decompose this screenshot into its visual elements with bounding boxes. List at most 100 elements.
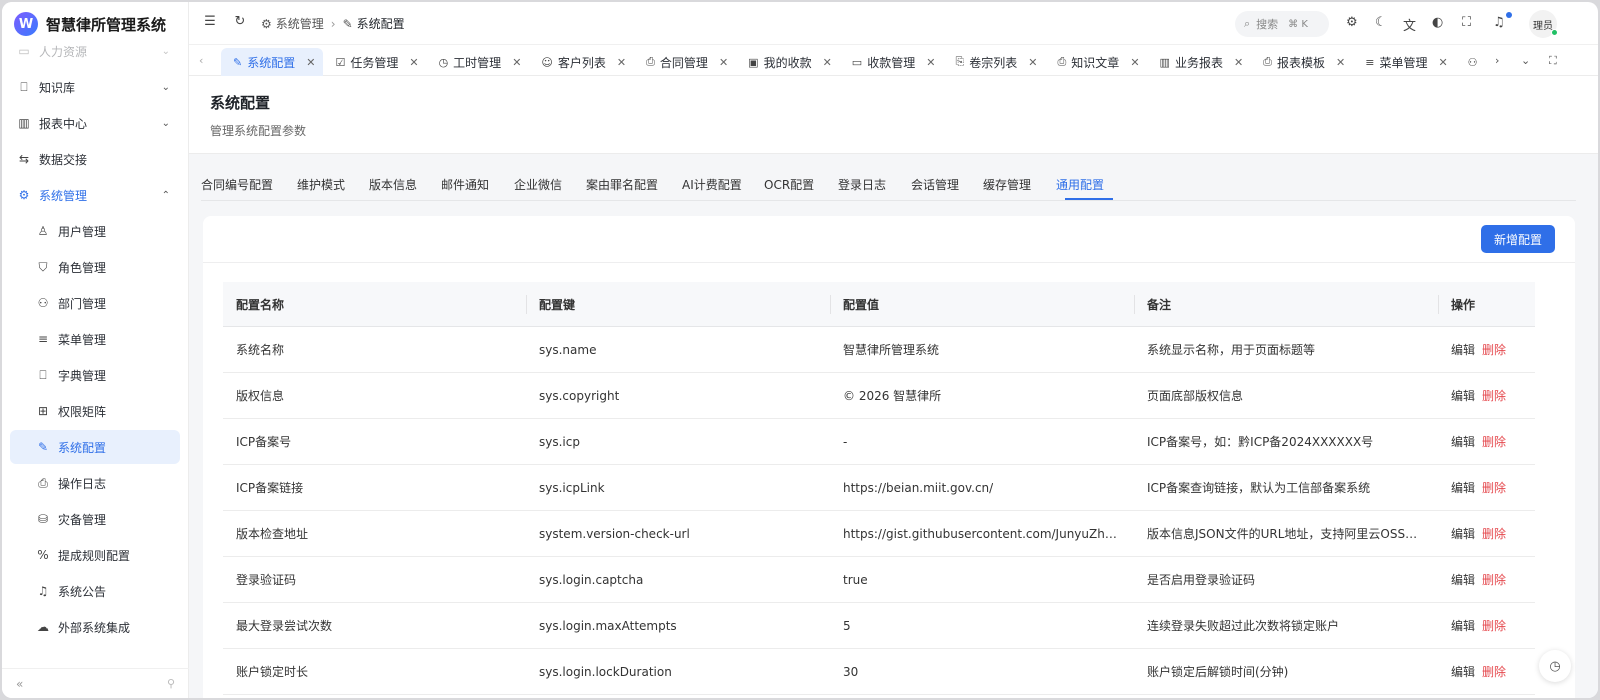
tab[interactable]: ⎙ 合同管理 ✕ [634,48,736,76]
sidebar-item[interactable]: ♙ 用户管理 [10,214,180,248]
tab-focus-icon[interactable]: ⛶ [1549,54,1557,68]
dark-mode-icon[interactable]: ☾ [1375,15,1387,30]
sidebar-item-label: 人力资源 [39,44,88,59]
add-config-button[interactable]: 新增配置 [1480,225,1555,253]
close-tab-icon[interactable]: ✕ [1234,56,1243,69]
table-header: 配置名称 配置键 配置值 备注 操作 [223,282,1535,327]
sidebar-item[interactable]: ⚙ 系统管理 ⌃ [10,178,180,212]
tab[interactable]: ✎ 系统配置 ✕ [221,48,324,76]
sidebar-item[interactable]: ≡ 菜单管理 [10,322,180,356]
tab[interactable]: ▥ 业务报表 ✕ [1148,48,1252,76]
breadcrumb-item-parent[interactable]: 系统管理 [276,15,324,32]
tab[interactable]: ⚇部门管理✕ [1456,48,1483,76]
table-row: ICP备案链接 sys.icpLink https://beian.miit.gov… [223,465,1535,511]
tabs-prev-icon[interactable]: ‹ [199,54,203,67]
tab[interactable]: ⎘ 卷宗列表 ✕ [943,48,1045,76]
delete-link[interactable]: 删除 [1482,387,1506,404]
app-window: W 智慧律所管理系统 ▭ 人力资源 ⌄ ⎕ 知识库 ⌄ ▥ 报表中心 ⌄ ⇆ 数据交接 ⚙ 系统管理 ⌃ ♙… [2,2,1598,698]
sidebar-item[interactable]: ✎ 系统配置 [10,430,180,464]
edit-link[interactable]: 编辑 [1451,571,1475,588]
sidebar-item-label: 菜单管理 [58,332,107,347]
search-box[interactable]: ⌕ 搜索 ⌘ K [1235,11,1329,37]
close-tab-icon[interactable]: ✕ [1028,56,1037,69]
collapse-sidebar-icon[interactable]: « [16,677,23,691]
fullscreen-icon[interactable]: ⛶ [1462,15,1471,30]
pin-icon[interactable]: ⚲ [167,677,175,690]
delete-link[interactable]: 删除 [1482,663,1506,680]
sidebar-item[interactable]: ⊞ 权限矩阵 [10,394,180,428]
refresh-icon[interactable]: ↻ [231,14,249,29]
subtab[interactable]: 合同编号配置 [201,176,273,193]
history-icon[interactable]: ◷ [1539,650,1571,682]
gear-icon: ⚙ [18,188,30,202]
delete-link[interactable]: 删除 [1482,525,1506,542]
close-tab-icon[interactable]: ✕ [1438,56,1447,69]
edit-link[interactable]: 编辑 [1451,433,1475,450]
subtab[interactable]: 维护模式 [297,176,345,193]
sidebar-item[interactable]: ♫ 系统公告 [10,574,180,608]
sidebar-item[interactable]: ⎕ 知识库 ⌄ [10,70,180,104]
breadcrumb-item-current: 系统配置 [356,17,405,31]
tab[interactable]: ⎙ 知识文章 ✕ [1045,48,1147,76]
sidebar-item[interactable]: ⎙ 操作日志 [10,466,180,500]
app-logo[interactable]: W 智慧律所管理系统 [14,10,166,38]
subtab[interactable]: 通用配置 [1056,176,1104,193]
subtab[interactable]: 缓存管理 [983,176,1031,193]
menu-toggle-icon[interactable]: ☰ [201,14,219,29]
sidebar-item[interactable]: ⚇ 部门管理 [10,286,180,320]
sidebar-item[interactable]: ☁ 外部系统集成 [10,610,180,644]
subtab[interactable]: 企业微信 [514,176,562,193]
subtab[interactable]: 版本信息 [369,176,417,193]
delete-link[interactable]: 删除 [1482,479,1506,496]
edit-link[interactable]: 编辑 [1451,341,1475,358]
sidebar-item[interactable]: ⇆ 数据交接 [10,142,180,176]
bell-icon[interactable]: ♫ [1493,15,1505,30]
tab[interactable]: ▭ 收款管理 ✕ [840,48,944,76]
sidebar-item[interactable]: % 提成规则配置 [10,538,180,572]
close-tab-icon[interactable]: ✕ [617,56,626,69]
tabs-next-icon[interactable]: › [1495,54,1499,67]
tab[interactable]: ▣ 我的收款 ✕ [736,48,840,76]
subtab[interactable]: 案由罪名配置 [586,176,658,193]
avatar[interactable]: 理员 [1529,10,1558,38]
delete-link[interactable]: 删除 [1482,571,1506,588]
sidebar-item[interactable]: ⎕ 字典管理 [10,358,180,392]
subtab[interactable]: AI计费配置 [682,176,742,193]
close-tab-icon[interactable]: ✕ [306,56,315,69]
translate-icon[interactable]: 文 [1403,15,1416,34]
edit-link[interactable]: 编辑 [1451,617,1475,634]
theme-palette-icon[interactable]: ◐ [1432,15,1443,30]
sidebar-item[interactable]: ▥ 报表中心 ⌄ [10,106,180,140]
close-tab-icon[interactable]: ✕ [512,56,521,69]
close-tab-icon[interactable]: ✕ [926,56,935,69]
subtab[interactable]: 登录日志 [838,176,886,193]
tab[interactable]: ☑ 任务管理 ✕ [323,48,426,76]
sidebar-item[interactable]: ▭ 人力资源 ⌄ [10,42,180,68]
settings-icon[interactable]: ⚙ [1346,15,1358,30]
actions-cell: 编辑 删除 [1438,603,1535,648]
sidebar-item[interactable]: ⛉ 角色管理 [10,250,180,284]
tab[interactable]: ◷ 工时管理 ✕ [427,48,530,76]
edit-link[interactable]: 编辑 [1451,525,1475,542]
subtab[interactable]: OCR配置 [764,176,814,193]
close-tab-icon[interactable]: ✕ [719,56,728,69]
delete-link[interactable]: 删除 [1482,341,1506,358]
delete-link[interactable]: 删除 [1482,433,1506,450]
tab[interactable]: ☺ 客户列表 ✕ [529,48,634,76]
close-tab-icon[interactable]: ✕ [409,56,418,69]
tab[interactable]: ⎙ 报表模板 ✕ [1251,48,1353,76]
edit-link[interactable]: 编辑 [1451,387,1475,404]
edit-link[interactable]: 编辑 [1451,479,1475,496]
swap-icon: ⇆ [18,152,30,166]
subtab[interactable]: 邮件通知 [441,176,489,193]
tab[interactable]: ≡ 菜单管理 ✕ [1353,48,1455,76]
tabs-more-icon[interactable]: ⌄ [1521,54,1530,67]
delete-link[interactable]: 删除 [1482,617,1506,634]
close-tab-icon[interactable]: ✕ [823,56,832,69]
subtab[interactable]: 会话管理 [911,176,959,193]
close-tab-icon[interactable]: ✕ [1130,56,1139,69]
config-subtabs: 合同编号配置 维护模式 版本信息 邮件通知 企业微信 案由罪名配置 AI计费配置 OCR配置 登… [201,168,1576,201]
edit-link[interactable]: 编辑 [1451,663,1475,680]
sidebar-item[interactable]: ⛁ 灾备管理 [10,502,180,536]
close-tab-icon[interactable]: ✕ [1336,56,1345,69]
